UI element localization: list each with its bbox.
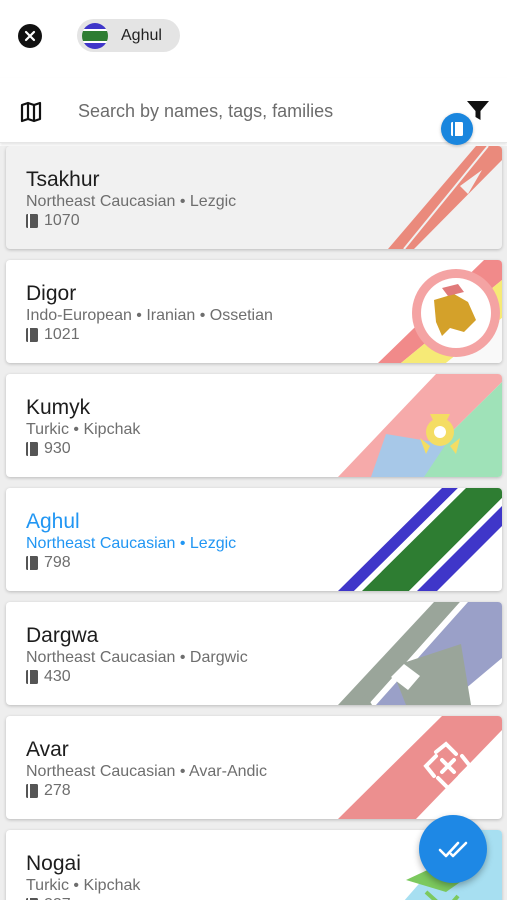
book-icon [451, 122, 463, 136]
language-family: Indo-European • Iranian • Ossetian [26, 307, 273, 324]
item-count-value: 1070 [44, 212, 80, 229]
language-name: Dargwa [26, 624, 99, 647]
language-card-avar[interactable]: Avar Northeast Caucasian • Avar-Andic 27… [6, 716, 502, 819]
language-family: Northeast Caucasian • Lezgic [26, 535, 237, 552]
confirm-selection-button[interactable] [419, 815, 487, 883]
double-check-icon [438, 841, 468, 858]
language-name: Tsakhur [26, 168, 100, 191]
selected-language-chip[interactable]: Aghul [77, 19, 180, 52]
top-bar: Aghul [0, 0, 507, 72]
language-name: Kumyk [26, 396, 91, 419]
language-card-kumyk[interactable]: Kumyk Turkic • Kipchak 930 [6, 374, 502, 477]
book-icon [26, 442, 38, 456]
book-icon [26, 556, 38, 570]
item-count-value: 798 [44, 554, 71, 571]
aghul-flag-icon [82, 22, 108, 49]
map-icon [20, 101, 42, 123]
book-icon [26, 214, 38, 228]
item-count: 430 [26, 668, 71, 686]
item-count-value: 430 [44, 668, 71, 685]
language-name: Nogai [26, 852, 81, 875]
item-count-value: 227 [44, 896, 71, 900]
filter-count-badge[interactable] [441, 113, 473, 145]
chip-label: Aghul [121, 26, 162, 44]
item-count-value: 278 [44, 782, 71, 799]
language-family: Northeast Caucasian • Avar-Andic [26, 763, 267, 780]
book-icon [26, 784, 38, 798]
language-card-digor[interactable]: Digor Indo-European • Iranian • Ossetian… [6, 260, 502, 363]
language-family: Turkic • Kipchak [26, 877, 141, 894]
language-card-tsakhur[interactable]: Tsakhur Northeast Caucasian • Lezgic 107… [6, 146, 502, 249]
language-family: Turkic • Kipchak [26, 421, 141, 438]
item-count: 278 [26, 782, 71, 800]
item-count: 1070 [26, 212, 80, 230]
item-count: 1021 [26, 326, 80, 344]
item-count-value: 1021 [44, 326, 80, 343]
item-count: 930 [26, 440, 71, 458]
item-count: 227 [26, 896, 71, 900]
language-card-dargwa[interactable]: Dargwa Northeast Caucasian • Dargwic 430 [6, 602, 502, 705]
item-count-value: 930 [44, 440, 71, 457]
book-icon [26, 670, 38, 684]
language-name: Avar [26, 738, 69, 761]
map-button[interactable] [19, 100, 43, 124]
search-bar [0, 78, 507, 143]
language-family: Northeast Caucasian • Lezgic [26, 193, 237, 210]
book-icon [26, 328, 38, 342]
close-icon [24, 30, 36, 42]
language-family: Northeast Caucasian • Dargwic [26, 649, 248, 666]
language-list[interactable]: Tsakhur Northeast Caucasian • Lezgic 107… [0, 146, 507, 900]
language-name: Aghul [26, 510, 80, 533]
search-input[interactable] [78, 96, 418, 126]
item-count: 798 [26, 554, 71, 572]
language-name: Digor [26, 282, 77, 305]
language-card-aghul[interactable]: Aghul Northeast Caucasian • Lezgic 798 [6, 488, 502, 591]
close-button[interactable] [18, 24, 42, 48]
